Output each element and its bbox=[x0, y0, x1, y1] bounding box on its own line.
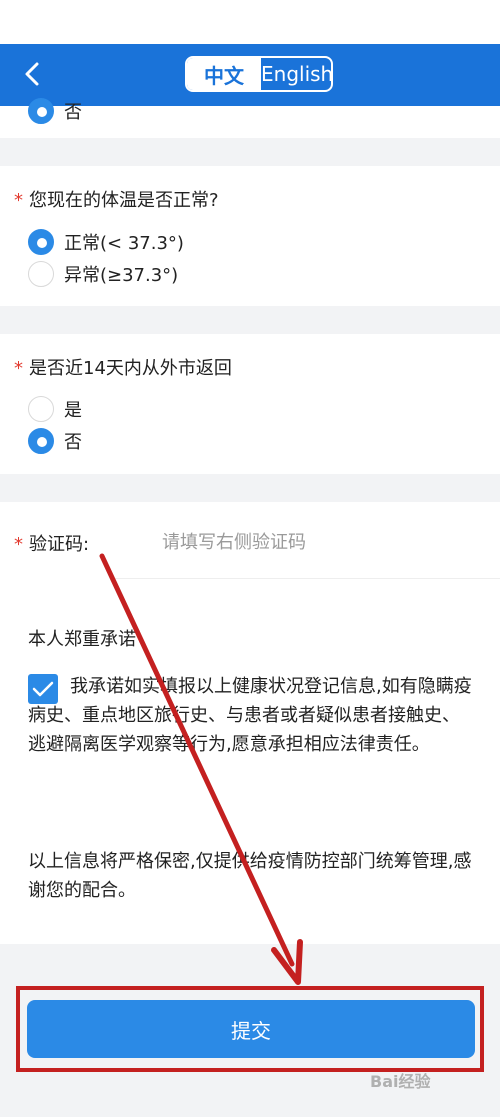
travel-question-card: * 是否近14天内从外市返回 是 否 bbox=[0, 334, 500, 474]
checkmark-icon bbox=[32, 681, 54, 697]
previous-question-card: 否 bbox=[0, 98, 500, 138]
option-normal[interactable]: 正常(< 37.3°) bbox=[28, 227, 184, 257]
option-label: 否 bbox=[64, 432, 82, 453]
pledge-title: 本人郑重承诺 bbox=[28, 629, 136, 650]
radio-checked bbox=[28, 428, 54, 454]
option-label: 否 bbox=[64, 102, 82, 123]
submit-button[interactable]: 提交 bbox=[27, 1000, 475, 1058]
question-title-text: 您现在的体温是否正常? bbox=[29, 190, 219, 211]
required-mark: * bbox=[14, 190, 23, 211]
privacy-notice: 以上信息将严格保密,仅提供给疫情防控部门统筹管理,感谢您的配合。 bbox=[28, 851, 472, 901]
radio-checked bbox=[28, 229, 54, 255]
captcha-label-text: 验证码: bbox=[29, 534, 90, 555]
question-title-text: 是否近14天内从外市返回 bbox=[29, 358, 232, 379]
option-no[interactable]: 否 bbox=[28, 426, 82, 456]
option-label: 异常(≥37.3°) bbox=[64, 265, 179, 286]
option-abnormal[interactable]: 异常(≥37.3°) bbox=[28, 259, 178, 289]
radio-unchecked bbox=[28, 396, 54, 422]
option-label: 正常(< 37.3°) bbox=[64, 233, 184, 254]
required-mark: * bbox=[14, 358, 23, 379]
question-title: * 您现在的体温是否正常? bbox=[14, 186, 219, 212]
question-title: * 是否近14天内从外市返回 bbox=[14, 354, 232, 380]
pledge-text: 我承诺如实填报以上健康状况登记信息,如有隐瞒疫病史、重点地区旅行史、与患者或者疑… bbox=[28, 676, 472, 755]
required-mark: * bbox=[14, 534, 23, 555]
language-toggle: 中文 English bbox=[185, 56, 333, 92]
chevron-left-icon bbox=[25, 62, 39, 86]
status-bar bbox=[0, 0, 500, 44]
radio-unchecked bbox=[28, 261, 54, 287]
option-no[interactable]: 否 bbox=[28, 96, 82, 126]
watermark: Bai经验 bbox=[370, 1072, 431, 1091]
option-yes[interactable]: 是 bbox=[28, 394, 82, 424]
radio-checked bbox=[28, 98, 54, 124]
captcha-input[interactable] bbox=[160, 526, 464, 558]
captcha-label: * 验证码: bbox=[14, 530, 89, 556]
option-label: 是 bbox=[64, 400, 82, 421]
pledge-checkbox[interactable] bbox=[28, 674, 58, 704]
lang-en-option[interactable]: English bbox=[261, 58, 331, 90]
divider bbox=[110, 578, 500, 579]
temperature-question-card: * 您现在的体温是否正常? 正常(< 37.3°) 异常(≥37.3°) bbox=[0, 166, 500, 306]
lang-zh-option[interactable]: 中文 bbox=[187, 58, 261, 90]
back-button[interactable] bbox=[14, 56, 50, 92]
